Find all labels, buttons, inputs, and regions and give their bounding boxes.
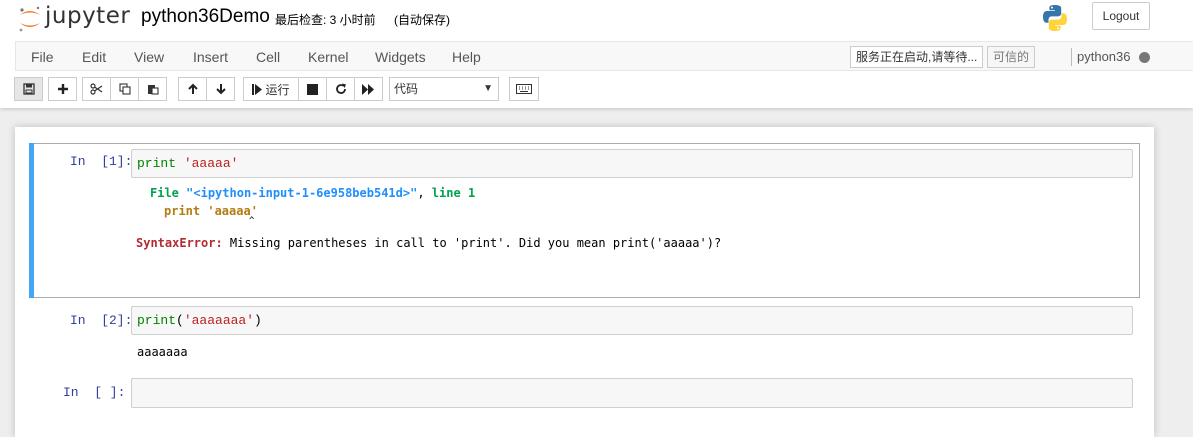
command-palette-button[interactable]	[509, 77, 539, 101]
input-prompt-2: In [2]:	[70, 313, 133, 328]
code-paren-close: )	[254, 313, 262, 328]
stop-icon	[307, 83, 318, 95]
error-name: SyntaxError:	[136, 236, 223, 250]
restart-button[interactable]	[326, 77, 355, 101]
traceback-code-line: print 'aaaaa'	[164, 204, 258, 218]
traceback-file-keyword: File	[150, 186, 179, 200]
move-up-button[interactable]	[178, 77, 207, 101]
code-func: print	[137, 313, 177, 328]
chevron-down-icon: ▼	[483, 83, 493, 94]
python-logo-icon	[1043, 5, 1067, 31]
insert-group	[48, 77, 77, 101]
traceback-line-keyword: line	[431, 186, 461, 200]
cell-type-select[interactable]: 代码 ▼	[389, 77, 499, 101]
checkpoint-status: 最后检查: 3 小时前	[275, 13, 376, 27]
error-line: SyntaxError: Missing parentheses in call…	[136, 236, 721, 250]
insert-cell-button[interactable]	[48, 77, 77, 101]
paste-icon	[147, 85, 159, 95]
fast-forward-icon	[362, 83, 374, 95]
interrupt-button[interactable]	[298, 77, 327, 101]
code-string: 'aaaaa'	[183, 156, 239, 171]
cut-icon	[90, 83, 103, 95]
restart-run-all-button[interactable]	[354, 77, 383, 101]
autosave-status: (自动保存)	[394, 13, 450, 27]
traceback-comma: ,	[417, 186, 425, 200]
save-button[interactable]	[14, 77, 43, 101]
menu-help[interactable]: Help	[452, 49, 481, 65]
move-group	[178, 77, 235, 101]
menu-insert[interactable]: Insert	[193, 49, 228, 65]
save-icon	[22, 83, 35, 95]
notebook-container: In [1]: print 'aaaaa' File "<ipython-inp…	[15, 127, 1154, 437]
copy-button[interactable]	[110, 77, 139, 101]
arrow-up-icon	[187, 83, 198, 94]
menu-kernel[interactable]: Kernel	[308, 49, 348, 65]
move-down-button[interactable]	[206, 77, 235, 101]
run-button[interactable]: 运行	[243, 77, 299, 101]
paste-button[interactable]	[138, 77, 167, 101]
code-func: print	[137, 156, 177, 171]
code-input-2[interactable]: print('aaaaaaa')	[131, 306, 1133, 335]
copy-icon	[118, 83, 131, 95]
code-cell-1[interactable]: In [1]: print 'aaaaa' File "<ipython-inp…	[29, 143, 1140, 298]
logo-text[interactable]: jupyter	[45, 3, 130, 29]
cell-type-value: 代码	[394, 82, 419, 96]
kernel-name[interactable]: python36	[1077, 49, 1131, 64]
save-group	[14, 77, 43, 101]
kernel-busy-indicator-icon	[1139, 52, 1150, 63]
logo-row: jupyter python36Demo 最后检查: 3 小时前 (自动保存) …	[0, 0, 1193, 40]
code-input-1[interactable]: print 'aaaaa'	[131, 149, 1133, 178]
menu-file[interactable]: File	[31, 49, 54, 65]
notebook-title[interactable]: python36Demo	[141, 6, 270, 28]
input-prompt-3: In [ ]:	[63, 385, 126, 400]
code-cell-3[interactable]: In [ ]:	[30, 377, 1140, 417]
error-message: Missing parentheses in call to 'print'. …	[222, 236, 722, 250]
cut-button[interactable]	[82, 77, 111, 101]
traceback-caret: ^	[249, 216, 255, 226]
traceback-file-name: "<ipython-input-1-6e958beb541d>"	[186, 186, 418, 200]
kernel-status-indicator[interactable]: 服务正在启动,请等待...	[850, 46, 984, 68]
code-paren-open: (	[176, 313, 184, 328]
traceback-file-line: File "<ipython-input-1-6e958beb541d>", l…	[150, 186, 475, 200]
run-group: 运行	[243, 77, 383, 101]
header: jupyter python36Demo 最后检查: 3 小时前 (自动保存) …	[0, 0, 1193, 108]
kernel-divider	[1071, 48, 1072, 66]
output-text-2: aaaaaaa	[137, 345, 188, 359]
command-palette-group	[509, 77, 539, 101]
logout-button[interactable]: Logout	[1092, 2, 1150, 30]
traceback-line-number: 1	[467, 186, 476, 200]
run-label: 运行	[265, 82, 290, 97]
clipboard-group	[82, 77, 167, 101]
menu-widgets[interactable]: Widgets	[375, 49, 426, 65]
menubar: File Edit View Insert Cell Kernel Widget…	[15, 41, 1193, 71]
trusted-button[interactable]: 可信的	[987, 46, 1035, 68]
keyboard-icon	[516, 84, 532, 94]
step-forward-icon	[252, 83, 263, 95]
menu-cell[interactable]: Cell	[256, 49, 280, 65]
selected-cell-marker	[29, 143, 34, 298]
jupyter-logo-icon[interactable]	[17, 4, 43, 34]
code-cell-2[interactable]: In [2]: print('aaaaaaa') aaaaaaa	[30, 305, 1140, 375]
menu-view[interactable]: View	[134, 49, 164, 65]
code-string: 'aaaaaaa'	[183, 313, 255, 328]
plus-icon	[57, 84, 68, 94]
redo-icon	[335, 83, 346, 94]
menu-edit[interactable]: Edit	[82, 49, 106, 65]
input-prompt-1: In [1]:	[70, 154, 133, 169]
code-input-3[interactable]	[131, 378, 1133, 408]
arrow-down-icon	[215, 84, 226, 95]
